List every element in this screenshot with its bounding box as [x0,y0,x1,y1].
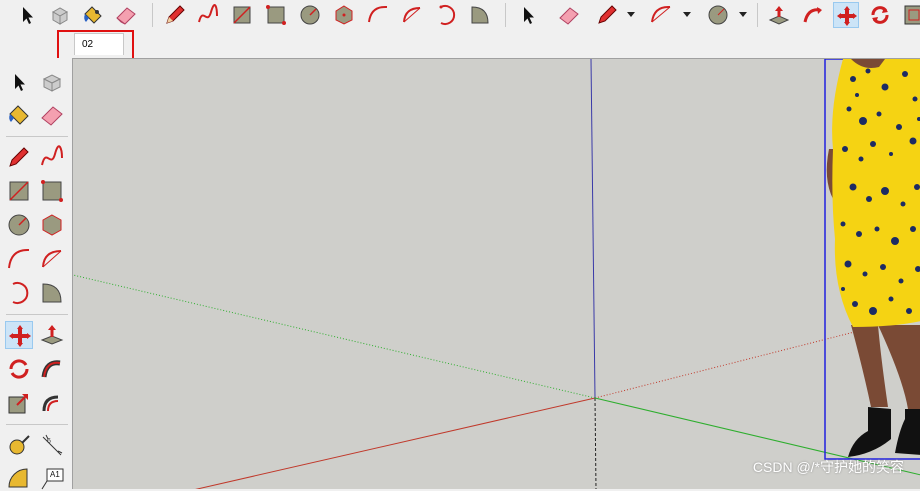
polygon-icon[interactable] [331,2,357,28]
follow-me-icon-left[interactable] [38,355,66,383]
text-tool-label: A1 [50,470,60,479]
offset-icon-left[interactable] [38,389,66,417]
eraser-icon-left[interactable] [38,101,66,129]
rotated-rectangle-icon[interactable] [263,2,289,28]
left-toolbar: 6 A1 [0,58,72,491]
red-axis [195,397,596,489]
woman-figure [826,59,920,457]
svg-text:6: 6 [47,438,51,445]
select-tool-icon-left[interactable] [5,68,33,96]
3d-viewport[interactable] [72,58,920,489]
scale-icon-left[interactable] [5,389,33,417]
polygon-icon-left[interactable] [38,211,66,239]
rotate-icon-left[interactable] [5,355,33,383]
move-icon[interactable] [833,2,859,28]
offset-icon[interactable] [901,2,920,28]
2-point-arc-icon-left[interactable] [38,245,66,273]
push-pull-icon-left[interactable] [38,321,66,349]
make-component-icon[interactable] [47,2,73,28]
rectangle-icon[interactable] [229,2,255,28]
pencil-icon-left[interactable] [5,143,33,171]
eraser-icon-2[interactable] [556,2,582,28]
push-pull-icon[interactable] [766,2,792,28]
circle-icon-left[interactable] [5,211,33,239]
rotate-icon[interactable] [867,2,893,28]
dimension-icon-left[interactable]: 6 [38,431,66,459]
circle-dropdown-icon[interactable] [739,12,747,17]
select-tool-icon-2[interactable] [515,2,541,28]
scene-drawing [73,59,920,489]
2-point-arc-icon[interactable] [467,2,493,28]
arc-icon-left[interactable] [5,245,33,273]
pencil-icon-2[interactable] [594,2,620,28]
circle-dropdown-tool-icon[interactable] [705,2,731,28]
3-point-arc-icon-left[interactable] [5,279,33,307]
freehand-icon-left[interactable] [38,143,66,171]
follow-me-icon[interactable] [800,2,826,28]
pencil-dropdown-icon[interactable] [627,12,635,17]
rectangle-icon-left[interactable] [5,177,33,205]
arc-dropdown-icon[interactable] [683,12,691,17]
paint-bucket-icon[interactable] [80,2,106,28]
scene-tab-bar [0,30,920,58]
pencil-icon[interactable] [162,2,188,28]
green-axis-negative [73,274,596,399]
make-component-icon-left[interactable] [38,68,66,96]
freehand-icon[interactable] [195,2,221,28]
move-icon-left[interactable] [5,321,33,349]
arc-dropdown-tool-icon[interactable] [648,2,674,28]
paint-bucket-icon-left[interactable] [5,101,33,129]
top-toolbar [0,0,920,31]
protractor-icon-left[interactable] [5,463,33,491]
text-tool-icon-left[interactable]: A1 [38,463,66,491]
tape-measure-icon-left[interactable] [5,431,33,459]
select-tool-icon[interactable] [14,2,40,28]
pie-icon-left[interactable] [38,279,66,307]
pie-icon[interactable] [399,2,425,28]
watermark: CSDN @/*守护她的笑容 [752,459,904,475]
blue-axis [590,59,596,399]
3-point-arc-icon[interactable] [433,2,459,28]
circle-icon[interactable] [297,2,323,28]
rotated-rectangle-icon-left[interactable] [38,177,66,205]
arc-icon[interactable] [365,2,391,28]
eraser-icon[interactable] [113,2,139,28]
blue-axis-negative [594,397,597,489]
